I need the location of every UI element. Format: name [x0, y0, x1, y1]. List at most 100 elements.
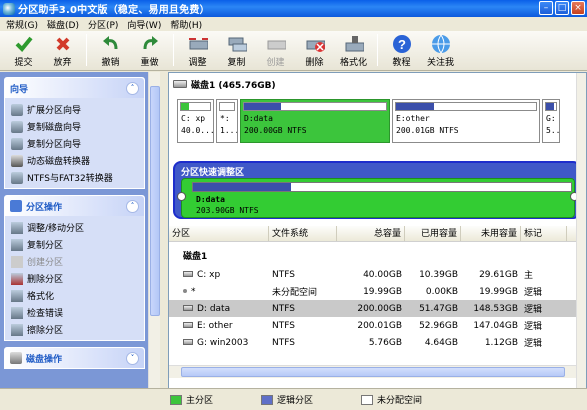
column-filesystem[interactable]: 文件系统 — [269, 226, 337, 241]
partition-icon — [10, 200, 22, 212]
create-button[interactable]: 创建 — [256, 31, 295, 69]
cell-text: 52.96GB — [419, 320, 458, 331]
table-row[interactable]: E: other NTFS 200.01GB 52.96GB 147.04GB 逻辑 — [169, 317, 577, 334]
table-row[interactable]: * 未分配空间 19.99GB 0.00KB 19.99GB 逻辑 — [169, 283, 577, 300]
main-vscrollbar[interactable] — [576, 73, 586, 402]
wizard-panel-header[interactable]: 向导 ˄ — [5, 78, 144, 98]
cell-used: 10.39GB — [405, 270, 461, 280]
cell-text: D: data — [197, 303, 231, 314]
partition-block-unallocated[interactable]: *: 1... — [216, 99, 238, 143]
partition-block-g[interactable]: G: 5... — [542, 99, 560, 143]
disk-ops-header[interactable]: 磁盘操作 ˅ — [5, 348, 144, 368]
cell-text: NTFS — [272, 337, 295, 348]
delete-button[interactable]: 删除 — [295, 31, 334, 69]
maximize-button[interactable]: □ — [555, 1, 569, 15]
follow-button[interactable]: 关注我 — [421, 31, 460, 69]
sidebar-item-extend-wizard[interactable]: 扩展分区向导 — [11, 101, 140, 118]
apply-button[interactable]: 提交 — [4, 31, 43, 69]
cell-total: 200.01GB — [337, 321, 405, 331]
sidebar-item-wipe-partition[interactable]: 擦除分区 — [11, 321, 140, 338]
cell-free: 1.12GB — [461, 338, 521, 348]
format-button[interactable]: 格式化 — [334, 31, 373, 69]
sidebar-item-resize-move[interactable]: 调整/移动分区 — [11, 219, 140, 236]
scrollbar-thumb[interactable] — [181, 367, 565, 377]
sidebar-item-label: 检查错误 — [27, 309, 64, 319]
partition-ops-header[interactable]: 分区操作 ˄ — [5, 196, 144, 216]
sidebar-item-check-errors[interactable]: 检查错误 — [11, 304, 140, 321]
menu-general[interactable]: 常规(G) — [3, 18, 44, 31]
quick-adjust-size: 203.90GB NTFS — [196, 206, 259, 215]
copy-disk-icon — [11, 120, 23, 133]
column-total[interactable]: 总容量 — [337, 226, 405, 241]
sidebar-item-ntfs-fat32[interactable]: NTFS与FAT32转换器 — [11, 169, 140, 186]
partition-size: 1... — [220, 126, 237, 135]
discard-button[interactable]: 放弃 — [43, 31, 82, 69]
disk-ops-title: 磁盘操作 — [26, 354, 63, 365]
tutorial-button[interactable]: ? 教程 — [382, 31, 421, 69]
menu-disk[interactable]: 磁盘(D) — [44, 18, 85, 31]
menu-help[interactable]: 帮助(H) — [167, 18, 208, 31]
redo-icon — [140, 34, 160, 54]
column-flag[interactable]: 标记 — [521, 226, 567, 241]
sidebar-item-format[interactable]: 格式化 — [11, 287, 140, 304]
table-row[interactable]: G: win2003 NTFS 5.76GB 4.64GB 1.12GB 逻辑 — [169, 334, 577, 351]
check-icon — [14, 34, 34, 54]
app-icon — [3, 2, 15, 15]
partition-block-e[interactable]: E:other 200.01GB NTFS — [392, 99, 540, 143]
sidebar-item-dynamic-disk[interactable]: 动态磁盘转换器 — [11, 152, 140, 169]
svg-text:?: ? — [398, 37, 406, 52]
cell-flag: 逻辑 — [521, 302, 567, 315]
column-used[interactable]: 已用容量 — [405, 226, 461, 241]
sidebar-item-label: 擦除分区 — [27, 326, 64, 336]
sidebar-item-label: 删除分区 — [27, 275, 64, 285]
drive-icon — [183, 339, 193, 345]
drive-icon — [183, 271, 193, 277]
collapse-icon[interactable]: ˄ — [126, 81, 139, 95]
menu-bar: 常规(G) 磁盘(D) 分区(P) 向导(W) 帮助(H) — [0, 17, 587, 31]
cell-total: 19.99GB — [337, 287, 405, 297]
delete-label: 删除 — [305, 58, 324, 68]
redo-button[interactable]: 重做 — [130, 31, 169, 69]
sidebar-item-copy-partition-wizard[interactable]: 复制分区向导 — [11, 135, 140, 152]
resize-button[interactable]: 调整 — [178, 31, 217, 69]
undo-label: 撤销 — [101, 58, 120, 68]
column-partition[interactable]: 分区 — [169, 226, 269, 241]
partition-block-c[interactable]: C: xp 40.0... — [177, 99, 214, 143]
collapse-icon[interactable]: ˄ — [126, 199, 139, 213]
cell-text: G: win2003 — [197, 337, 249, 348]
sidebar-item-delete-partition[interactable]: 删除分区 — [11, 270, 140, 287]
copy-partition-icon — [11, 137, 23, 150]
sidebar-item-label: 复制分区向导 — [27, 140, 82, 150]
copy-button[interactable]: 复制 — [217, 31, 256, 69]
menu-partition[interactable]: 分区(P) — [85, 18, 124, 31]
sidebar-item-copy-disk-wizard[interactable]: 复制磁盘向导 — [11, 118, 140, 135]
wipe-icon — [11, 323, 23, 336]
undo-button[interactable]: 撤销 — [91, 31, 130, 69]
scrollbar-thumb[interactable] — [150, 86, 160, 316]
table-hscrollbar[interactable] — [169, 365, 577, 378]
cell-name: E: other — [169, 321, 269, 331]
column-free[interactable]: 未用容量 — [461, 226, 521, 241]
sidebar-item-create-partition[interactable]: 创建分区 — [11, 253, 140, 270]
create-label: 创建 — [266, 58, 285, 68]
close-button[interactable]: × — [571, 1, 585, 15]
table-row[interactable]: C: xp NTFS 40.00GB 10.39GB 29.61GB 主 — [169, 266, 577, 283]
quick-adjust-partition[interactable]: D:data 203.90GB NTFS — [177, 178, 579, 218]
legend-swatch — [361, 394, 374, 405]
partition-block-d[interactable]: D:data 200.00GB NTFS — [240, 99, 390, 143]
menu-wizard[interactable]: 向导(W) — [124, 18, 167, 31]
cell-text: NTFS — [272, 269, 295, 280]
unallocated-icon — [183, 289, 187, 293]
minimize-button[interactable]: – — [539, 1, 553, 15]
table-row[interactable]: D: data NTFS 200.00GB 51.47GB 148.53GB 逻辑 — [169, 300, 577, 317]
format-label: 格式化 — [339, 58, 367, 68]
expand-icon[interactable]: ˅ — [126, 351, 139, 365]
resize-handle-left[interactable] — [177, 192, 186, 201]
sidebar-item-copy-partition[interactable]: 复制分区 — [11, 236, 140, 253]
legend-unallocated: 未分配空间 — [361, 393, 422, 406]
sidebar-scrollbar[interactable] — [148, 72, 160, 402]
cell-fs: NTFS — [269, 304, 337, 314]
format-icon — [344, 34, 364, 54]
partition-ops-panel: 分区操作 ˄ 调整/移动分区 复制分区 创建分区 删除分区 格式化 检查错误 擦… — [4, 195, 145, 341]
cell-text: 19.99GB — [363, 286, 402, 297]
